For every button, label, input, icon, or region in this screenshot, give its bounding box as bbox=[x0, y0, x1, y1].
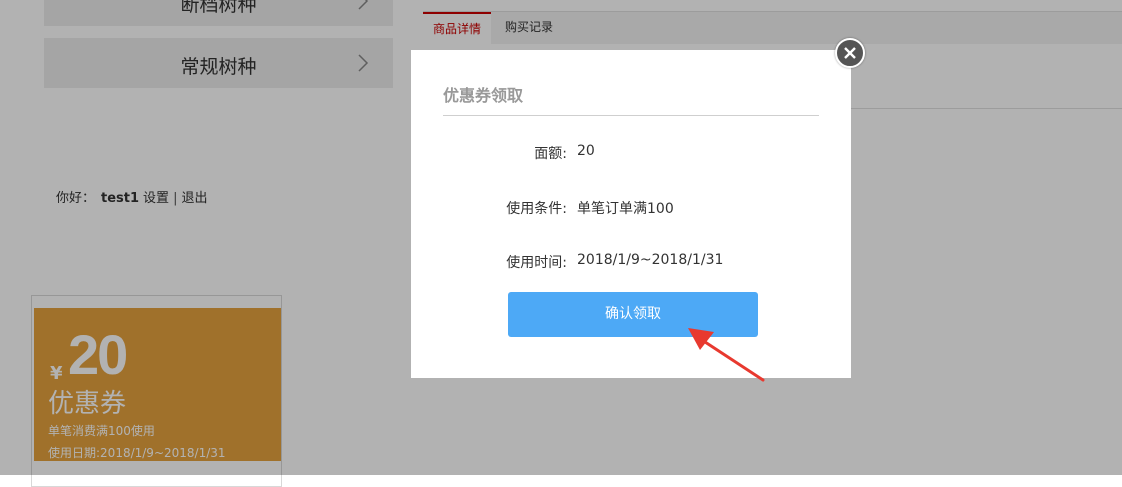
condition-label: 使用条件: bbox=[506, 201, 567, 217]
dialog-title: 优惠券领取 bbox=[443, 86, 524, 105]
face-value: 20 bbox=[577, 143, 595, 159]
coupon-claim-dialog: 优惠券领取 面额: 20 使用条件: 单笔订单满100 使用时间: 2018/1… bbox=[411, 50, 851, 378]
condition-value: 单笔订单满100 bbox=[577, 201, 674, 217]
validity-value: 2018/1/9~2018/1/31 bbox=[577, 252, 724, 268]
face-value-label: 面额: bbox=[534, 146, 567, 162]
validity-label: 使用时间: bbox=[506, 255, 567, 271]
close-icon[interactable] bbox=[835, 38, 865, 68]
dialog-divider bbox=[443, 115, 819, 116]
red-arrow-icon bbox=[688, 328, 765, 382]
